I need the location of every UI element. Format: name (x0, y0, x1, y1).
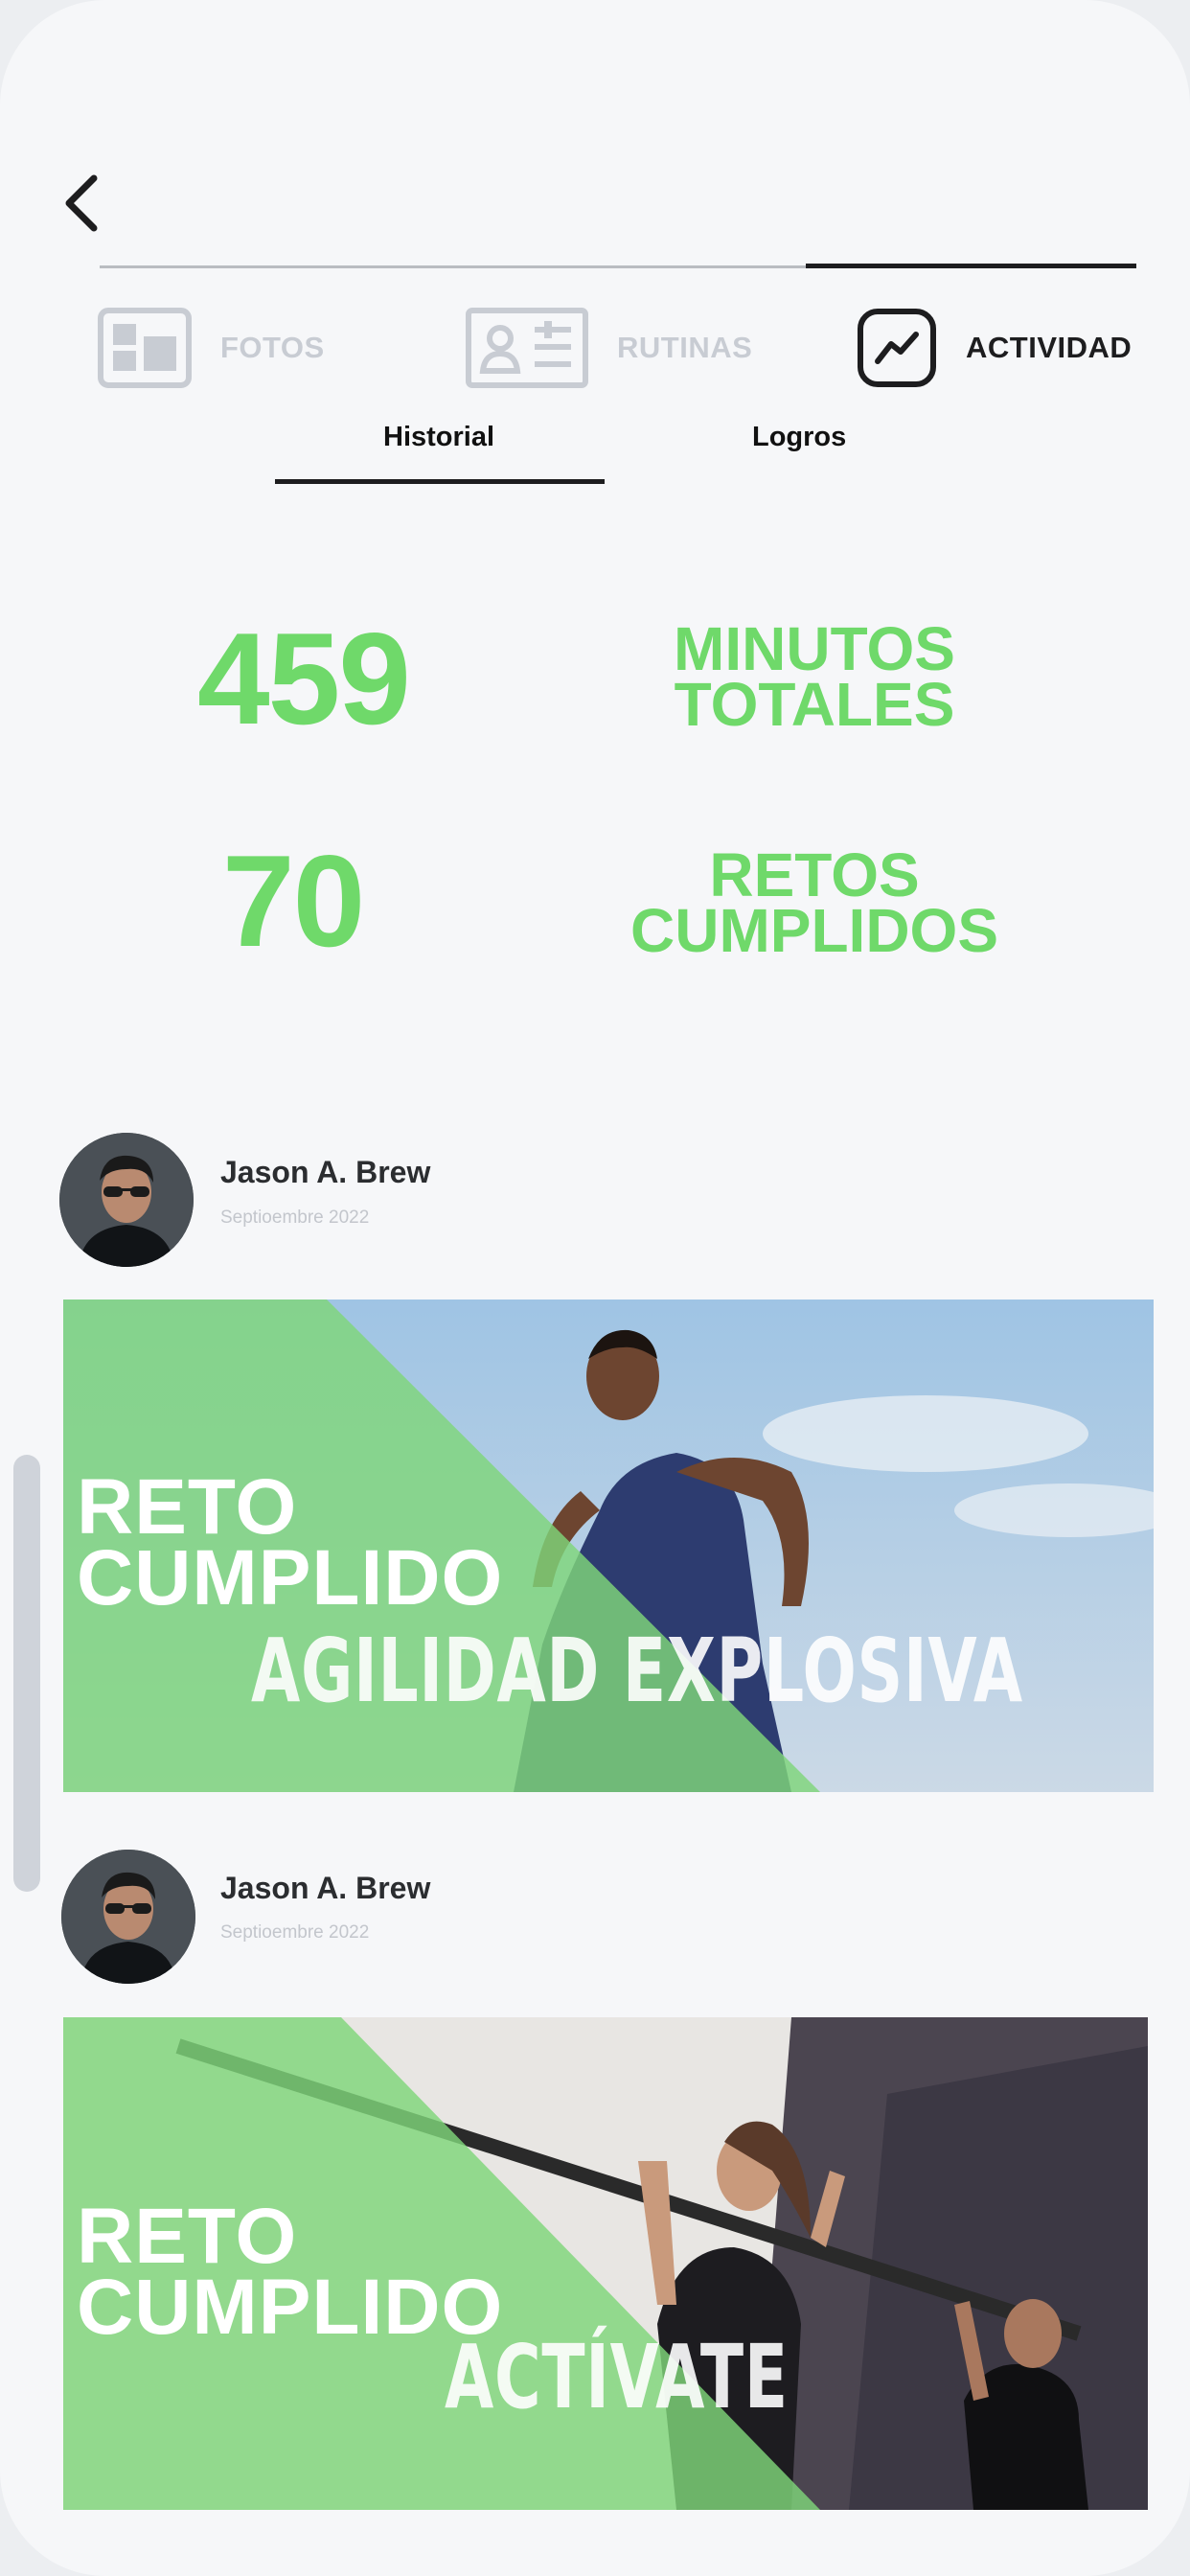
challenges-completed-label-line2: CUMPLIDOS (630, 896, 998, 965)
back-button[interactable] (59, 171, 117, 238)
user-photo-icon (59, 1133, 194, 1267)
challenge-badge-line2: CUMPLIDO (77, 2264, 504, 2351)
subtab-logros[interactable]: Logros (752, 422, 846, 453)
post-author-name[interactable]: Jason A. Brew (220, 1155, 430, 1190)
post-date: Septioembre 2022 (220, 1208, 370, 1228)
post-date: Septioembre 2022 (220, 1922, 370, 1943)
tab-rutinas[interactable]: RUTINAS (466, 305, 752, 391)
tab-active-indicator (806, 264, 1136, 268)
challenge-badge-line1: RETO (77, 2193, 298, 2280)
total-minutes-label-line1: MINUTOS (674, 614, 955, 683)
tab-rutinas-label: RUTINAS (617, 331, 753, 364)
challenge-badge-line1: RETO (77, 1463, 298, 1551)
avatar[interactable] (59, 1133, 194, 1267)
challenge-title: ACTÍVATE (445, 2326, 789, 2428)
user-photo-icon (61, 1850, 195, 1984)
avatar[interactable] (61, 1850, 195, 1984)
total-minutes-value: 459 (197, 606, 411, 751)
challenges-completed-label-line1: RETOS (709, 840, 920, 909)
subtab-active-indicator (275, 479, 605, 484)
challenge-badge-line2: CUMPLIDO (77, 1534, 504, 1622)
total-minutes-label: MINUTOS TOTALES (594, 614, 1035, 739)
profile-activity-screen: FOTOS RUTINAS ACTIVIDAD Historial Logros… (0, 0, 1190, 2576)
challenge-card[interactable]: RETO CUMPLIDO ACTÍVATE (63, 2017, 1148, 2510)
challenge-badge: RETO CUMPLIDO (77, 2193, 504, 2351)
photos-layout-icon (98, 308, 192, 388)
tab-fotos[interactable]: FOTOS (98, 305, 325, 391)
challenge-card[interactable]: RETO CUMPLIDO AGILIDAD EXPLOSIVA (63, 1300, 1154, 1792)
challenge-badge: RETO CUMPLIDO (77, 1463, 504, 1622)
tab-actividad[interactable]: ACTIVIDAD (857, 305, 1132, 391)
chevron-left-icon (65, 174, 98, 232)
challenge-title: AGILIDAD EXPLOSIVA (251, 1620, 1023, 1722)
post-author-name[interactable]: Jason A. Brew (220, 1871, 430, 1906)
activity-chart-icon (858, 309, 936, 387)
total-minutes-label-line2: TOTALES (674, 670, 955, 739)
subtab-historial[interactable]: Historial (383, 422, 494, 453)
routine-card-icon (466, 308, 588, 388)
tab-actividad-label: ACTIVIDAD (966, 331, 1133, 364)
tab-fotos-label: FOTOS (220, 331, 325, 364)
scrollbar[interactable] (13, 1455, 40, 1892)
challenges-completed-value: 70 (222, 828, 365, 974)
challenges-completed-label: RETOS CUMPLIDOS (565, 840, 1064, 965)
